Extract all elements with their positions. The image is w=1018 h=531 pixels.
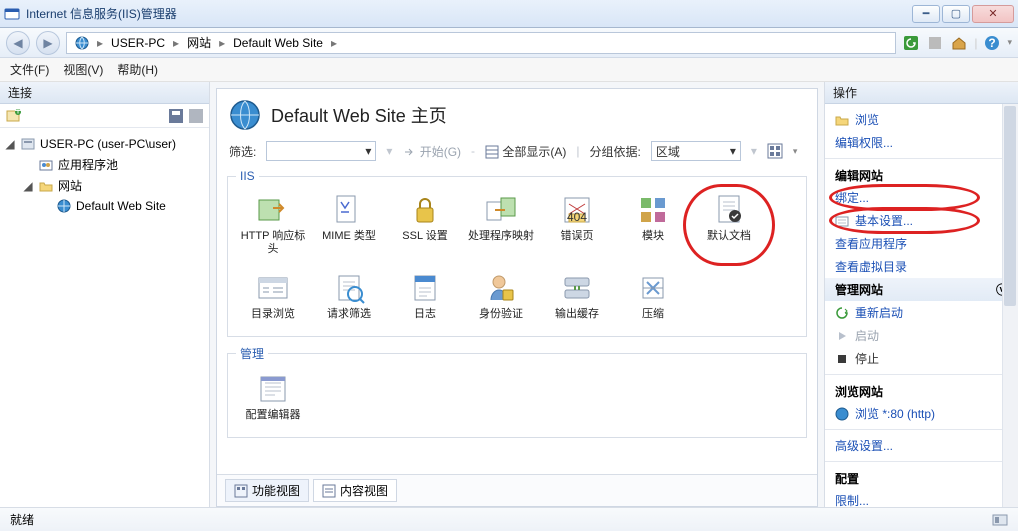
settings-icon	[835, 214, 849, 228]
action-limits[interactable]: 限制...	[825, 489, 1018, 507]
globe-icon	[835, 407, 849, 421]
refresh-icon[interactable]	[902, 34, 920, 52]
action-stop[interactable]: 停止	[825, 347, 1018, 370]
breadcrumb[interactable]: ▸ USER-PC ▸ 网站 ▸ Default Web Site ▸	[66, 32, 896, 54]
globe-icon	[56, 198, 72, 214]
menu-view[interactable]: 视图(V)	[63, 61, 103, 78]
tree-default-site[interactable]: Default Web Site	[40, 196, 205, 216]
svg-text:?: ?	[989, 36, 996, 50]
view-tabs: 功能视图 内容视图	[217, 474, 817, 506]
tree-sites[interactable]: ◢ 网站	[22, 175, 205, 196]
feature-http-response-headers[interactable]: HTTP 响应标头	[236, 189, 310, 261]
app-icon	[4, 6, 20, 22]
menu-file[interactable]: 文件(F)	[10, 61, 49, 78]
stop-icon[interactable]	[926, 34, 944, 52]
tree-app-pools[interactable]: 应用程序池	[22, 154, 205, 175]
feature-default-document[interactable]: 默认文档	[692, 189, 766, 261]
connections-header: 连接	[0, 82, 209, 104]
go-button[interactable]: 开始(G)	[402, 143, 461, 160]
action-explore[interactable]: 浏览	[825, 108, 1018, 131]
action-basic-settings[interactable]: 基本设置...	[825, 209, 1018, 232]
feature-output-caching[interactable]: 输出缓存	[540, 267, 614, 326]
connections-toolbar: +	[0, 104, 209, 128]
feature-directory-browsing[interactable]: 目录浏览	[236, 267, 310, 326]
app-pools-icon	[38, 157, 54, 173]
feature-logging[interactable]: 日志	[388, 267, 462, 326]
feature-request-filtering[interactable]: 请求筛选	[312, 267, 386, 326]
close-button[interactable]: ✕	[972, 5, 1014, 23]
center-panel: Default Web Site 主页 筛选: ▾ ▾ 开始(G) - 全部显示…	[210, 82, 824, 507]
section-browse-site: 浏览网站	[825, 379, 1018, 402]
status-bar: 就绪	[0, 507, 1018, 531]
home-icon[interactable]	[950, 34, 968, 52]
maximize-button[interactable]: ▢	[942, 5, 970, 23]
connections-panel: 连接 + ◢ USER-PC (user-PC\user) 应用程序池 ◢	[0, 82, 210, 507]
action-browse-http[interactable]: 浏览 *:80 (http)	[825, 402, 1018, 425]
tab-content-view[interactable]: 内容视图	[313, 479, 397, 502]
filter-bar: 筛选: ▾ ▾ 开始(G) - 全部显示(A) | 分组依据: 区域▾ ▾ ▾	[217, 137, 817, 169]
window-titlebar: Internet 信息服务(IIS)管理器 ━ ▢ ✕	[0, 0, 1018, 28]
window-title: Internet 信息服务(IIS)管理器	[26, 5, 912, 22]
tree-server-node[interactable]: ◢ USER-PC (user-PC\user)	[4, 134, 205, 154]
nav-forward-button[interactable]: ▶	[36, 31, 60, 55]
help-icon[interactable]: ?	[983, 34, 1001, 52]
feature-config-editor[interactable]: 配置编辑器	[236, 368, 310, 427]
restart-icon	[835, 306, 849, 320]
action-view-vdirs[interactable]: 查看虚拟目录	[825, 255, 1018, 278]
page-title-row: Default Web Site 主页	[217, 89, 817, 137]
feature-modules[interactable]: 模块	[616, 189, 690, 261]
scroll-thumb[interactable]	[1004, 106, 1016, 306]
crumb-root[interactable]: USER-PC	[107, 36, 169, 50]
menu-bar: 文件(F) 视图(V) 帮助(H)	[0, 58, 1018, 82]
svg-text:404: 404	[567, 210, 587, 224]
group-combo[interactable]: 区域▾	[651, 141, 741, 161]
feature-ssl-settings[interactable]: SSL 设置	[388, 189, 462, 261]
section-manage-site: 管理网站ⓥ	[825, 278, 1018, 301]
feature-authentication[interactable]: 身份验证	[464, 267, 538, 326]
feature-compression[interactable]: 压缩	[616, 267, 690, 326]
stop-icon	[835, 352, 849, 366]
section-configure: 配置	[825, 466, 1018, 489]
action-restart[interactable]: 重新启动	[825, 301, 1018, 324]
svg-text:+: +	[14, 108, 21, 118]
globe-icon	[75, 36, 89, 50]
mgmt-group: 管理 配置编辑器	[227, 345, 807, 438]
feature-mime-types[interactable]: MIME 类型	[312, 189, 386, 261]
status-text: 就绪	[10, 511, 34, 528]
iis-group: IIS HTTP 响应标头 MIME 类型 SSL 设置 处理程序映射 404错…	[227, 169, 807, 337]
action-start[interactable]: 启动	[825, 324, 1018, 347]
globe-icon	[229, 99, 261, 131]
nav-back-button[interactable]: ◀	[6, 31, 30, 55]
tree-toggle-icon[interactable]: ◢	[22, 179, 34, 193]
add-connection-icon[interactable]: +	[6, 108, 22, 124]
menu-help[interactable]: 帮助(H)	[117, 61, 158, 78]
action-view-apps[interactable]: 查看应用程序	[825, 232, 1018, 255]
actions-header: 操作	[825, 82, 1018, 104]
minimize-button[interactable]: ━	[912, 5, 940, 23]
actions-panel: 操作 浏览 编辑权限... 编辑网站 绑定... 基本设置... 查看应用程序 …	[824, 82, 1018, 507]
filter-combo[interactable]: ▾	[266, 141, 376, 161]
save-connections-icon[interactable]	[169, 109, 183, 123]
folder-icon	[835, 113, 849, 127]
view-mode-icon[interactable]	[767, 143, 783, 159]
sites-folder-icon	[38, 178, 54, 194]
action-bindings[interactable]: 绑定...	[825, 186, 1018, 209]
crumb-site[interactable]: Default Web Site	[229, 36, 327, 50]
connections-tree: ◢ USER-PC (user-PC\user) 应用程序池 ◢ 网站	[0, 128, 209, 507]
play-icon	[835, 329, 849, 343]
section-edit-site: 编辑网站	[825, 163, 1018, 186]
action-edit-permissions[interactable]: 编辑权限...	[825, 131, 1018, 154]
action-advanced-settings[interactable]: 高级设置...	[825, 434, 1018, 457]
crumb-sites[interactable]: 网站	[183, 34, 215, 51]
show-all-button[interactable]: 全部显示(A)	[485, 143, 566, 160]
nav-bar: ◀ ▶ ▸ USER-PC ▸ 网站 ▸ Default Web Site ▸ …	[0, 28, 1018, 58]
tab-features-view[interactable]: 功能视图	[225, 479, 309, 502]
server-icon	[20, 136, 36, 152]
page-title: Default Web Site 主页	[271, 102, 447, 128]
config-scope-icon[interactable]	[992, 512, 1008, 528]
tree-toggle-icon[interactable]: ◢	[4, 137, 16, 151]
feature-handler-mappings[interactable]: 处理程序映射	[464, 189, 538, 261]
remove-connection-icon[interactable]	[189, 109, 203, 123]
feature-error-pages[interactable]: 404错误页	[540, 189, 614, 261]
